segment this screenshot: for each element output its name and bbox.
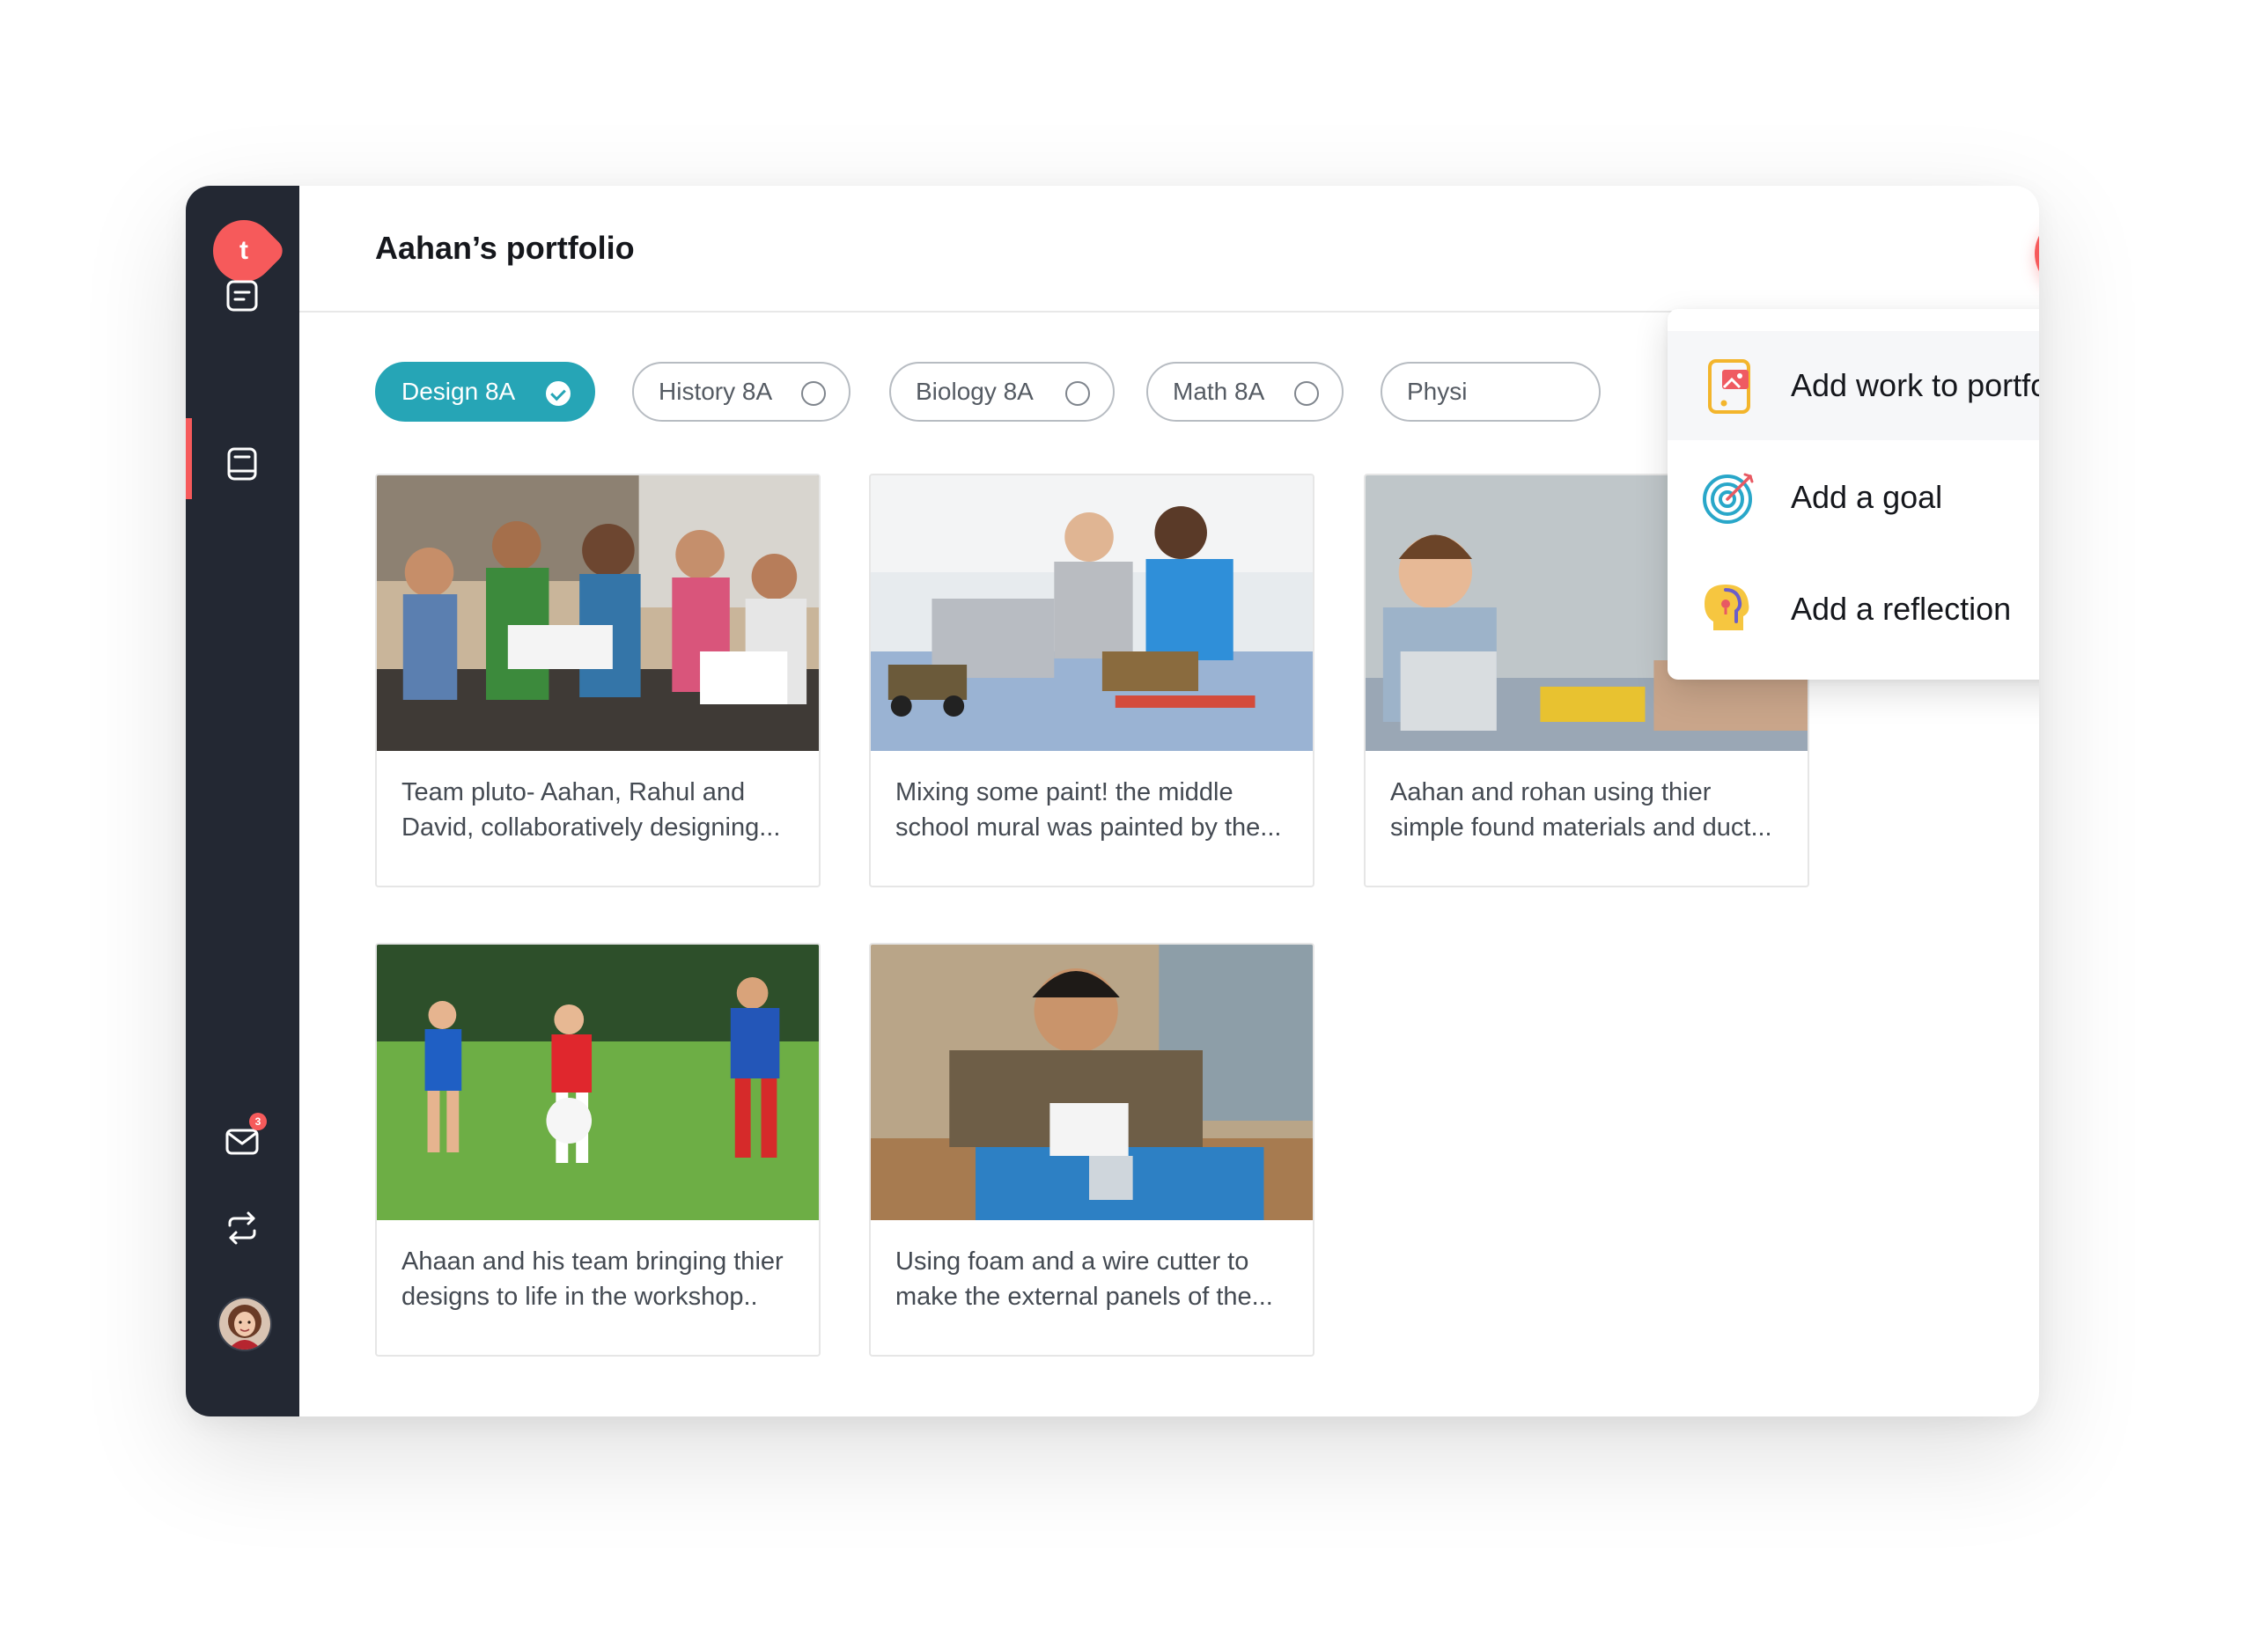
menu-item-label: Add work to portfolio (1791, 367, 2039, 403)
radio-circle-icon (801, 381, 826, 406)
card-caption: Mixing some paint! the middle school mur… (895, 778, 1282, 842)
chip-label: Math 8A (1173, 378, 1265, 405)
sidebar: t 3 (186, 186, 299, 1416)
card-photo (377, 945, 819, 1220)
filter-chip-biology-8a[interactable]: Biology 8A (889, 362, 1115, 422)
menu-item-label: Add a reflection (1791, 591, 2012, 627)
card-caption: Aahan and rohan using thier simple found… (1390, 778, 1772, 842)
radio-circle-icon (1294, 381, 1319, 406)
portfolio-card[interactable]: Mixing some paint! the middle school mur… (869, 474, 1314, 887)
chip-label: Physi (1407, 378, 1468, 405)
target-icon (1703, 473, 1754, 524)
menu-item-add-work[interactable]: Add work to portfolio (1668, 331, 2039, 440)
menu-item-add-reflection[interactable]: Add a reflection (1668, 555, 2039, 664)
logo-letter: t (239, 236, 248, 265)
check-icon (546, 381, 571, 406)
menu-item-add-goal[interactable]: Add a goal (1668, 443, 2039, 552)
portfolio-icon (1708, 359, 1750, 414)
card-photo (871, 945, 1313, 1220)
card-caption: Using foam and a wire cutter to make the… (895, 1247, 1273, 1311)
card-photo (871, 475, 1313, 751)
chip-label: Design 8A (401, 378, 516, 405)
add-menu-dropdown: Add work to portfolio Add a goal Add a r… (1668, 309, 2039, 680)
portfolio-book-icon[interactable] (225, 446, 260, 482)
card-photo (377, 475, 819, 751)
page-title: Aahan’s portfolio (375, 230, 635, 266)
filter-chip-design-8a[interactable]: Design 8A (375, 362, 595, 422)
chip-label: Biology 8A (916, 378, 1034, 405)
app-window: t 3 Aahan’s portfolio Design 8A History … (186, 186, 2039, 1416)
portfolio-card[interactable]: Using foam and a wire cutter to make the… (869, 943, 1314, 1357)
active-nav-indicator (186, 418, 192, 499)
chip-label: History 8A (659, 378, 773, 405)
switch-icon[interactable] (225, 1210, 260, 1246)
filter-chip-history-8a[interactable]: History 8A (632, 362, 850, 422)
user-avatar[interactable] (217, 1297, 272, 1351)
card-caption: Ahaan and his team bringing thier design… (401, 1247, 784, 1311)
filter-chip-math-8a[interactable]: Math 8A (1146, 362, 1344, 422)
class-filter-bar: Design 8A History 8A Biology 8A Math 8A … (375, 362, 1678, 425)
filter-chip-physics[interactable]: Physi (1381, 362, 1601, 422)
notification-badge: 3 (249, 1113, 267, 1130)
portfolio-card[interactable]: Ahaan and his team bringing thier design… (375, 943, 821, 1357)
add-button[interactable] (2035, 216, 2039, 291)
portfolio-card[interactable]: Team pluto- Aahan, Rahul and David, coll… (375, 474, 821, 887)
document-icon[interactable] (225, 278, 260, 313)
card-caption: Team pluto- Aahan, Rahul and David, coll… (401, 778, 781, 842)
radio-circle-icon (1065, 381, 1090, 406)
header: Aahan’s portfolio (299, 186, 2039, 313)
menu-item-label: Add a goal (1791, 479, 1943, 515)
reflection-head-icon (1705, 585, 1749, 630)
